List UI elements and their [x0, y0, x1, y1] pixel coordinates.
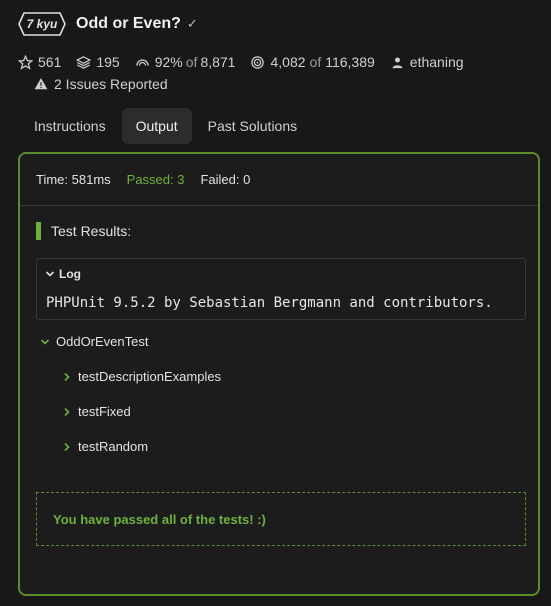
completed-count: 4,082 [270, 54, 306, 70]
attempts-count: 116,389 [325, 54, 375, 70]
tab-instructions[interactable]: Instructions [20, 108, 120, 144]
log-output: PHPUnit 9.5.2 by Sebastian Bergmann and … [46, 295, 493, 311]
test-name: testRandom [78, 439, 149, 454]
chevron-right-icon [64, 442, 70, 451]
log-block: Log PHPUnit 9.5.2 by Sebastian Bergmann … [36, 258, 526, 320]
log-label: Log [59, 267, 81, 281]
tab-output[interactable]: Output [121, 108, 192, 144]
rainbow-icon [135, 58, 149, 66]
satisfaction-percent: 92% [154, 54, 183, 70]
stars-stat[interactable]: 561 [18, 54, 61, 70]
tab-past-solutions[interactable]: Past Solutions [194, 108, 312, 144]
results-accent-bar [36, 222, 41, 240]
warning-icon [34, 78, 48, 90]
test-name: testFixed [78, 404, 131, 419]
author-stat[interactable]: ethaning [390, 54, 464, 70]
test-item[interactable]: testFixed [62, 404, 131, 419]
test-suite-toggle[interactable]: OddOrEvenTest [40, 334, 149, 349]
log-toggle[interactable]: Log [45, 267, 81, 281]
kata-title: Odd or Even? [76, 15, 181, 32]
user-icon [392, 57, 403, 68]
kata-header: 7 kyu Odd or Even? ✓ [18, 12, 198, 36]
satisfaction-total: 8,871 [200, 54, 236, 70]
collections-count: 195 [96, 54, 120, 70]
success-message: You have passed all of the tests! :) [53, 511, 266, 527]
completed-stat: 4,082 of 116,389 [250, 54, 375, 70]
author-name: ethaning [409, 54, 464, 70]
summary-divider [20, 205, 538, 206]
kata-stats: 561 195 92% of 8,871 4,082 of 116,389 et… [18, 54, 479, 70]
rank-badge[interactable]: 7 kyu [18, 12, 66, 36]
success-message-box: You have passed all of the tests! :) [36, 492, 526, 546]
issues-label: 2 Issues Reported [54, 76, 168, 92]
target-icon [251, 55, 265, 69]
test-item[interactable]: testRandom [62, 439, 148, 454]
layers-icon [76, 55, 92, 69]
test-item[interactable]: testDescriptionExamples [62, 369, 221, 384]
failed-count: Failed: 0 [200, 172, 251, 187]
test-summary: Time: 581ms Passed: 3 Failed: 0 [36, 172, 266, 187]
test-suite-name: OddOrEvenTest [56, 334, 149, 349]
star-icon [18, 54, 33, 70]
chevron-down-icon [45, 271, 55, 277]
satisfaction-of: of [185, 54, 198, 70]
test-results-label: Test Results: [51, 223, 132, 239]
test-results-heading: Test Results: [36, 222, 131, 240]
passed-count: Passed: 3 [126, 172, 185, 187]
satisfaction-stat: 92% of 8,871 [135, 54, 236, 70]
test-name: testDescriptionExamples [78, 369, 222, 384]
chevron-right-icon [64, 372, 70, 381]
chevron-down-icon [40, 338, 50, 345]
tab-bar: Instructions Output Past Solutions [20, 108, 313, 144]
issues-reported[interactable]: 2 Issues Reported [34, 76, 168, 92]
time-label: Time: 581ms [36, 172, 111, 187]
rank-label: 7 kyu [26, 17, 58, 31]
stars-count: 561 [38, 54, 62, 70]
output-panel: Time: 581ms Passed: 3 Failed: 0 Test Res… [18, 152, 540, 596]
completed-of: of [309, 54, 322, 70]
chevron-right-icon [64, 407, 70, 416]
collections-stat[interactable]: 195 [76, 54, 120, 70]
checkmark-icon: ✓ [186, 16, 198, 31]
